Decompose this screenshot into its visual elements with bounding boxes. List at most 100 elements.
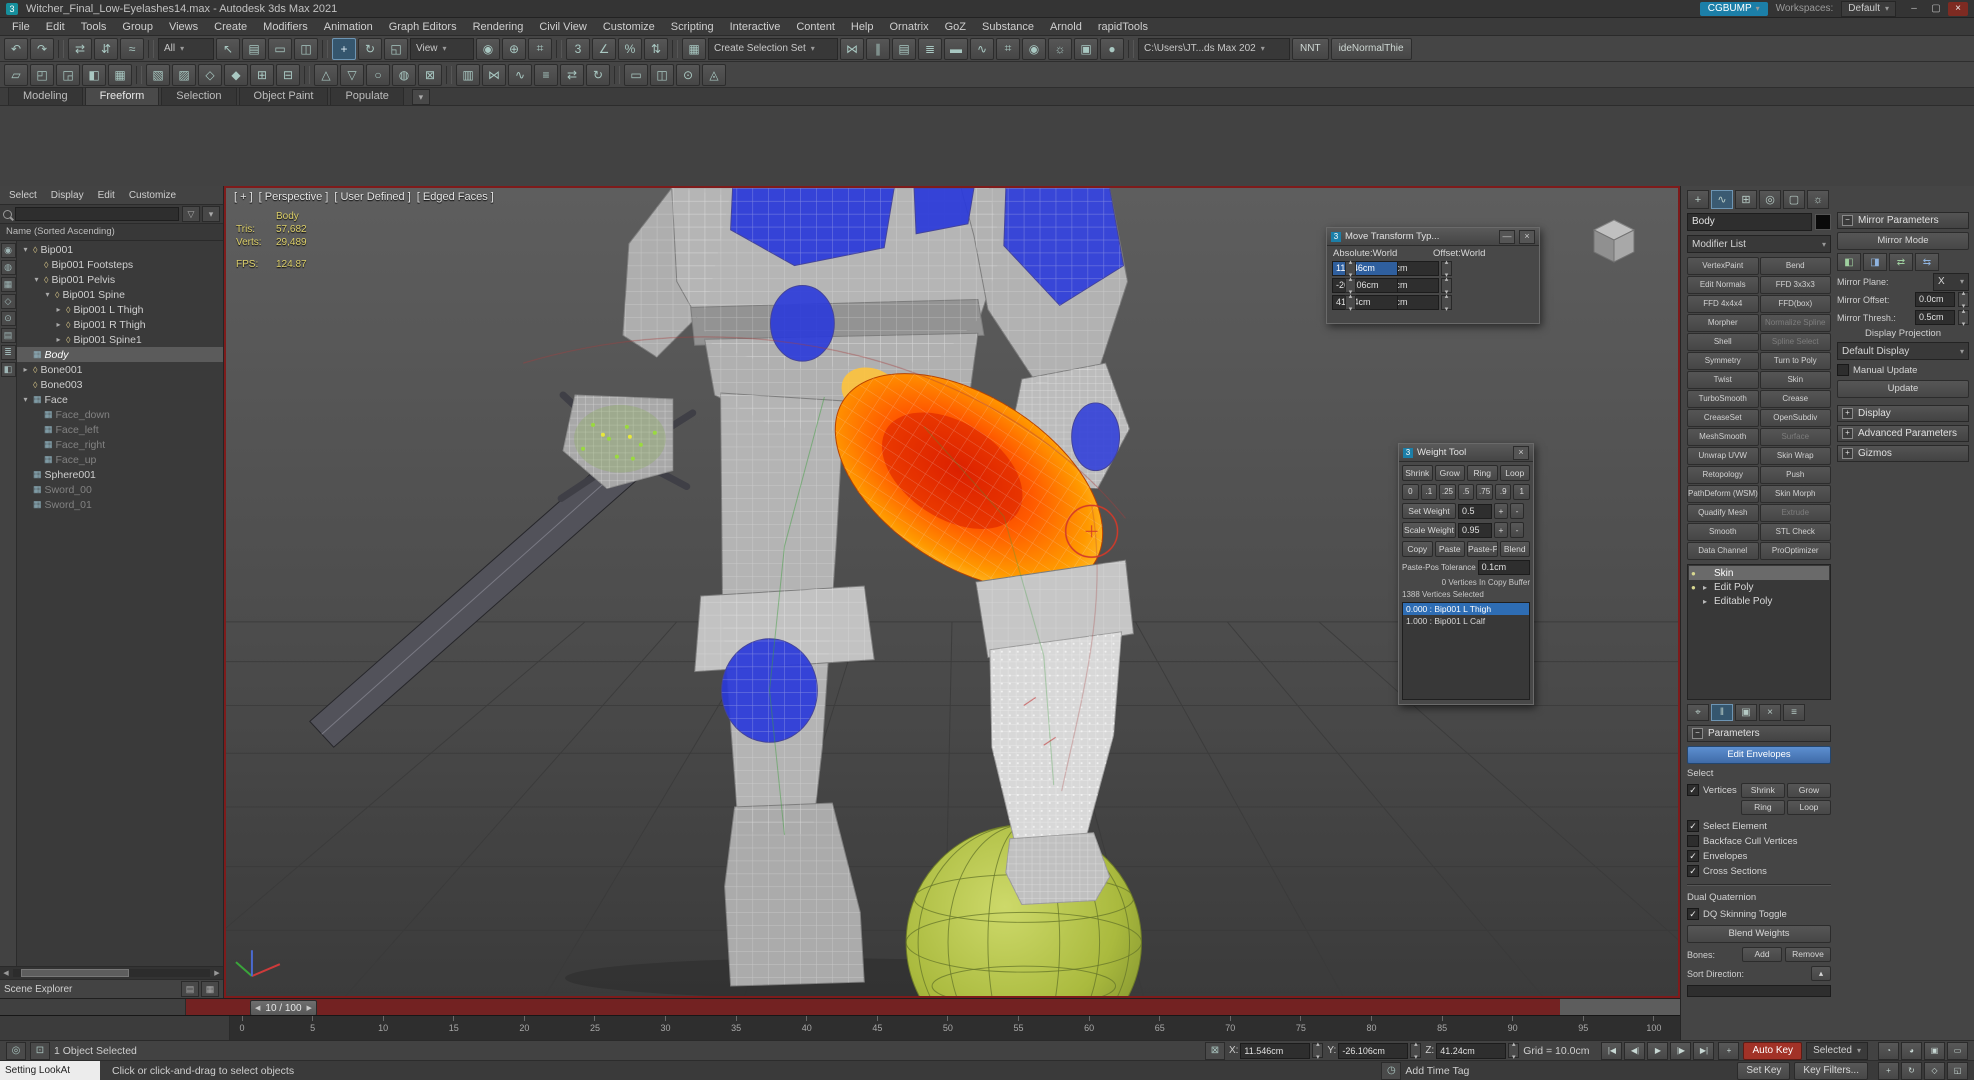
weight-preset-5-button[interactable]: .5 — [1458, 484, 1475, 500]
weight-minus-button[interactable]: - — [1510, 503, 1524, 519]
utilities-tab[interactable]: ☼ — [1807, 190, 1829, 209]
bind-to-space-warp-icon[interactable]: ≈ — [120, 38, 144, 60]
project-path-dropdown[interactable]: C:\Users\JT...ds Max 202▾ — [1138, 38, 1290, 60]
modifier-vertexpaint[interactable]: VertexPaint — [1687, 257, 1759, 275]
modifier-retopology[interactable]: Retopology — [1687, 466, 1759, 484]
checkbox[interactable] — [1837, 364, 1849, 376]
modifier-list-dropdown[interactable]: Modifier List▾ — [1687, 235, 1831, 253]
tree-item-face-left[interactable]: ▦Face_left — [17, 422, 223, 437]
go-to-start-button[interactable]: |◀ — [1601, 1042, 1622, 1060]
coordinate-field[interactable]: -26.106cm — [1338, 1043, 1408, 1059]
modifier-opensubdiv[interactable]: OpenSubdiv — [1760, 409, 1832, 427]
custom-tool-icon[interactable]: ⋈ — [482, 64, 506, 86]
menu-ornatrix[interactable]: Ornatrix — [882, 18, 937, 36]
stack-item-edit-poly[interactable]: ●▸Edit Poly — [1689, 580, 1829, 594]
key-selection-dropdown[interactable]: Selected▾ — [1806, 1042, 1868, 1060]
menu-views[interactable]: Views — [161, 18, 206, 36]
tree-item-bone001[interactable]: ▸◊Bone001 — [17, 362, 223, 377]
modifier-push[interactable]: Push — [1760, 466, 1832, 484]
time-slider-thumb[interactable]: ◀ 10 / 100 ▶ — [250, 1000, 317, 1016]
custom-tool-icon[interactable]: ▧ — [146, 64, 170, 86]
explorer-filter-icon[interactable]: ◉ — [1, 243, 16, 258]
paste-button[interactable]: Paste — [1435, 541, 1466, 557]
go-to-end-button[interactable]: ▶| — [1693, 1042, 1714, 1060]
menu-goz[interactable]: GoZ — [937, 18, 974, 36]
menu-modifiers[interactable]: Modifiers — [255, 18, 316, 36]
modifier-crease[interactable]: Crease — [1760, 390, 1832, 408]
orbit-icon[interactable]: ↻ — [1901, 1062, 1922, 1080]
modifier-meshsmooth[interactable]: MeshSmooth — [1687, 428, 1759, 446]
custom-tool-icon[interactable]: ∿ — [508, 64, 532, 86]
menu-substance[interactable]: Substance — [974, 18, 1042, 36]
tab-selection[interactable]: Selection — [161, 87, 236, 105]
modifier-quadify-mesh[interactable]: Quadify Mesh — [1687, 504, 1759, 522]
tree-item-face[interactable]: ▾▦Face — [17, 392, 223, 407]
viewport-pov-label[interactable]: [ Perspective ] — [259, 191, 329, 203]
custom-tool-icon[interactable]: ↻ — [586, 64, 610, 86]
mirror-icon[interactable]: ⋈ — [840, 38, 864, 60]
modifier-smooth[interactable]: Smooth — [1687, 523, 1759, 541]
explorer-search-input[interactable] — [15, 207, 179, 221]
snaps-toggle-icon[interactable]: 3 — [566, 38, 590, 60]
modifier-skin-wrap[interactable]: Skin Wrap — [1760, 447, 1832, 465]
menu-content[interactable]: Content — [788, 18, 843, 36]
paste-pos-tolerance-field[interactable]: 0.1cm — [1478, 560, 1530, 575]
selection-lock-toggle-icon[interactable]: ⊡ — [30, 1042, 50, 1060]
custom-tool-icon[interactable]: ◰ — [30, 64, 54, 86]
idenormalthie-script-button[interactable]: ideNormalThie — [1331, 38, 1412, 60]
field-of-view-icon[interactable]: ◇ — [1924, 1062, 1945, 1080]
tree-item-bip001-l-thigh[interactable]: ▸◊Bip001 L Thigh — [17, 302, 223, 317]
weight-list-item[interactable]: 1.000 : Bip001 L Calf — [1403, 615, 1529, 627]
menu-group[interactable]: Group — [114, 18, 161, 36]
absolute-y-field[interactable]: -26.106cm — [1332, 278, 1398, 293]
custom-tool-icon[interactable]: ◫ — [650, 64, 674, 86]
mirror-mode-button[interactable]: Mirror Mode — [1837, 232, 1969, 250]
isolate-selection-toggle-icon[interactable]: ◎ — [6, 1042, 26, 1060]
visibility-bulb-icon[interactable]: ● — [1691, 583, 1700, 592]
custom-tool-icon[interactable]: ⊙ — [676, 64, 700, 86]
checkbox[interactable] — [1687, 835, 1699, 847]
expand-icon[interactable]: ▾ — [43, 290, 52, 299]
display-tab[interactable]: ▢ — [1783, 190, 1805, 209]
ring-button[interactable]: Ring — [1741, 800, 1785, 815]
rollout-gizmos[interactable]: Gizmos — [1837, 445, 1969, 462]
time-slider-track[interactable]: ◀ 10 / 100 ▶ — [186, 999, 1560, 1016]
modifier-twist[interactable]: Twist — [1687, 371, 1759, 389]
modifier-turn-to-poly[interactable]: Turn to Poly — [1760, 352, 1832, 370]
auto-key-button[interactable]: Auto Key — [1743, 1042, 1802, 1060]
explorer-filter-icon[interactable]: ◧ — [1, 362, 16, 377]
menu-civil-view[interactable]: Civil View — [531, 18, 594, 36]
modifier-skin[interactable]: Skin — [1760, 371, 1832, 389]
explorer-grid-view-icon[interactable]: ▦ — [201, 981, 219, 997]
use-pivot-point-center-icon[interactable]: ◉ — [476, 38, 500, 60]
close-icon[interactable]: × — [1513, 446, 1529, 460]
copy-button[interactable]: Copy — [1402, 541, 1433, 557]
modifier-bend[interactable]: Bend — [1760, 257, 1832, 275]
absolute-z-field[interactable]: 41.24cm — [1332, 295, 1398, 310]
set-weight-button[interactable]: Set Weight — [1402, 503, 1456, 519]
nnt-script-button[interactable]: NNT — [1292, 38, 1329, 60]
menu-file[interactable]: File — [4, 18, 38, 36]
set-keys-button[interactable]: + — [1718, 1042, 1739, 1060]
schematic-view-icon[interactable]: ⌗ — [996, 38, 1020, 60]
move-transform-type-in-dialog[interactable]: 3 Move Transform Typ... — × Absolute:Wor… — [1326, 227, 1540, 324]
mirror-offset-field[interactable]: 0.0cm — [1915, 292, 1955, 307]
minimize-icon[interactable]: — — [1499, 230, 1515, 244]
modifier-ffd-3x3x3[interactable]: FFD 3x3x3 — [1760, 276, 1832, 294]
key-filters-button[interactable]: Key Filters... — [1794, 1062, 1868, 1080]
custom-tool-icon[interactable]: ⊞ — [250, 64, 274, 86]
mirror-parameters-rollout-header[interactable]: Mirror Parameters — [1837, 212, 1969, 229]
custom-tool-icon[interactable]: ▭ — [624, 64, 648, 86]
minimize-button[interactable]: – — [1904, 2, 1924, 16]
tree-item-sword-00[interactable]: ▦Sword_00 — [17, 482, 223, 497]
explorer-menu-customize[interactable]: Customize — [122, 190, 183, 201]
stack-item-skin[interactable]: ●Skin — [1689, 566, 1829, 580]
tab-object-paint[interactable]: Object Paint — [239, 87, 329, 105]
checkbox[interactable] — [1687, 850, 1699, 862]
menu-interactive[interactable]: Interactive — [722, 18, 789, 36]
shrink-button[interactable]: Shrink — [1741, 783, 1785, 798]
menu-scripting[interactable]: Scripting — [663, 18, 722, 36]
remove-bone-button[interactable]: Remove — [1785, 947, 1831, 962]
custom-tool-icon[interactable]: ⊟ — [276, 64, 300, 86]
custom-tool-icon[interactable]: △ — [314, 64, 338, 86]
